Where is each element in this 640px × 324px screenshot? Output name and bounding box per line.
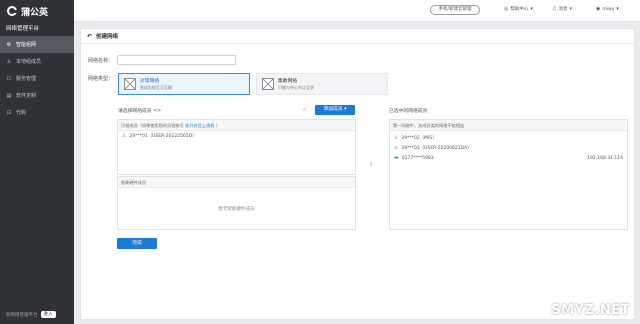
network-type-label: 网络类型：	[88, 76, 114, 82]
peer-network-icon	[124, 78, 136, 90]
software-icon: ▤	[6, 92, 12, 99]
brand-logo[interactable]: 蒲公英	[0, 0, 74, 22]
add-member-button[interactable]: 添加成员 ▾	[315, 105, 355, 115]
network-name-input[interactable]	[117, 55, 236, 65]
avatar-icon: ◉	[596, 6, 601, 12]
page-title: 创建网络	[96, 34, 119, 40]
sidebar-item-local-members[interactable]: ♙ 本地组成员	[0, 53, 74, 70]
create-network-card: ↶ 创建网络 网络名称： 网络类型： 对等网络 各成员相互可互联 集散网络 只能…	[80, 28, 635, 320]
type-desc: 只能与中心节点互联	[278, 85, 314, 90]
sidebar-item-service[interactable]: ☐ 服务管理	[0, 70, 74, 87]
help-label: 帮助中心	[510, 7, 529, 12]
type-title: 对等网络	[140, 79, 160, 84]
list-item[interactable]: ♙ 29***01（USER-20122565D）	[118, 131, 355, 141]
list-item[interactable]: ♙ 29***02（MIS）	[390, 133, 627, 143]
done-button[interactable]: 完成	[117, 238, 157, 249]
user-icon: ♙	[394, 145, 399, 151]
watermark: SMYZ.NET	[551, 303, 630, 318]
enter-button[interactable]: 进入	[40, 311, 56, 318]
sidebar-item-label: 代购	[16, 110, 27, 116]
network-name-label: 网络名称：	[88, 58, 114, 64]
help-center-menu[interactable]: ◎ 帮助中心 ▾	[504, 6, 535, 12]
selected-members-title: 已选中的网络成员	[389, 109, 428, 114]
user-icon: ♙	[122, 133, 127, 139]
sidebar-footer: 新网络管理平台 进入	[6, 311, 56, 318]
user-menu[interactable]: ◉ miwy ▾	[596, 6, 621, 12]
cart-icon: ⊡	[6, 109, 12, 116]
choose-members-label: 请选择网络成员 <>	[118, 109, 162, 114]
type-option-hub[interactable]: 集散网络 只能与中心节点互联	[256, 73, 388, 95]
help-icon: ◎	[504, 6, 509, 12]
permission-link[interactable]: 先开启没上线权	[185, 123, 214, 128]
sidebar-item-label: 软件定制	[16, 93, 37, 99]
messages-label: 消息	[558, 7, 568, 12]
brand-name: 蒲公英	[21, 7, 49, 18]
cloud-manage-button[interactable]: 手机/新建云管理	[430, 5, 480, 15]
type-desc: 各成员相互可互联	[140, 85, 172, 90]
back-icon[interactable]: ↶	[87, 33, 92, 40]
sidebar-item-smart-network[interactable]: ⚙ 智能组网	[0, 36, 74, 53]
list-item[interactable]: ▬ 0177****5983 192.168.31.114	[390, 153, 627, 163]
user-icon: ♙	[394, 135, 399, 141]
ip-address: 192.168.31.114	[587, 155, 623, 161]
network-icon: ⚙	[6, 41, 12, 48]
platform-title: 网络管理平台	[6, 26, 40, 32]
user-icon: ♙	[6, 58, 12, 65]
smart-hardware-box: 智能硬件成员 暂无智能硬件成员	[117, 176, 356, 230]
messages-menu[interactable]: ♫ 消息 ▾	[552, 6, 574, 12]
empty-message: 暂无智能硬件成员	[218, 207, 255, 212]
sidebar-item-software[interactable]: ▤ 软件定制	[0, 87, 74, 104]
hub-network-icon	[262, 78, 274, 90]
selected-members-box: 第一网络中，务成员类的网络不能相连 ♙ 29***02（MIS） ♙ 29***…	[389, 119, 628, 230]
chevron-down-icon: ▾	[616, 6, 619, 12]
sidebar-item-label: 智能组网	[16, 42, 37, 48]
box-header: 智能硬件成员	[118, 177, 355, 188]
service-icon: ☐	[6, 75, 12, 82]
device-icon: ▬	[394, 155, 399, 161]
sidebar: 蒲公英 网络管理平台 ⚙ 智能组网 ♙ 本地组成员 ☐ 服务管理 ▤ 软件定制 …	[0, 0, 74, 324]
page-header: ↶ 创建网络	[81, 29, 634, 44]
bell-icon: ♫	[552, 6, 557, 12]
sidebar-item-label: 本地组成员	[16, 59, 42, 65]
username: miwy	[602, 6, 615, 12]
chevron-down-icon: ▾	[530, 6, 533, 12]
list-item[interactable]: ♙ 29***03（USER-20200621DA）	[390, 143, 627, 153]
chevron-right-icon[interactable]: ›	[369, 159, 373, 170]
box-header: 第一网络中，务成员类的网络不能相连	[390, 120, 627, 131]
topbar: 手机/新建云管理 ◎ 帮助中心 ▾ ♫ 消息 ▾ ◉ miwy ▾	[74, 0, 640, 22]
new-platform-label: 新网络管理平台	[6, 312, 38, 318]
type-title: 集散网络	[278, 79, 298, 84]
type-option-peer[interactable]: 对等网络 各成员相互可互联	[118, 73, 250, 95]
chevron-down-icon: ▾	[569, 6, 572, 12]
member-source-box: 贝锐成员（如果使用您的贝锐账号 先开启没上线权 ） ♙ 29***01（USER…	[117, 119, 356, 175]
search-icon[interactable]: ⌕	[303, 106, 306, 114]
dandelion-logo-icon	[7, 6, 18, 16]
sidebar-item-purchase[interactable]: ⊡ 代购	[0, 104, 74, 121]
box-header: 贝锐成员（如果使用您的贝锐账号 先开启没上线权 ）	[118, 120, 355, 131]
sidebar-item-label: 服务管理	[16, 76, 37, 82]
